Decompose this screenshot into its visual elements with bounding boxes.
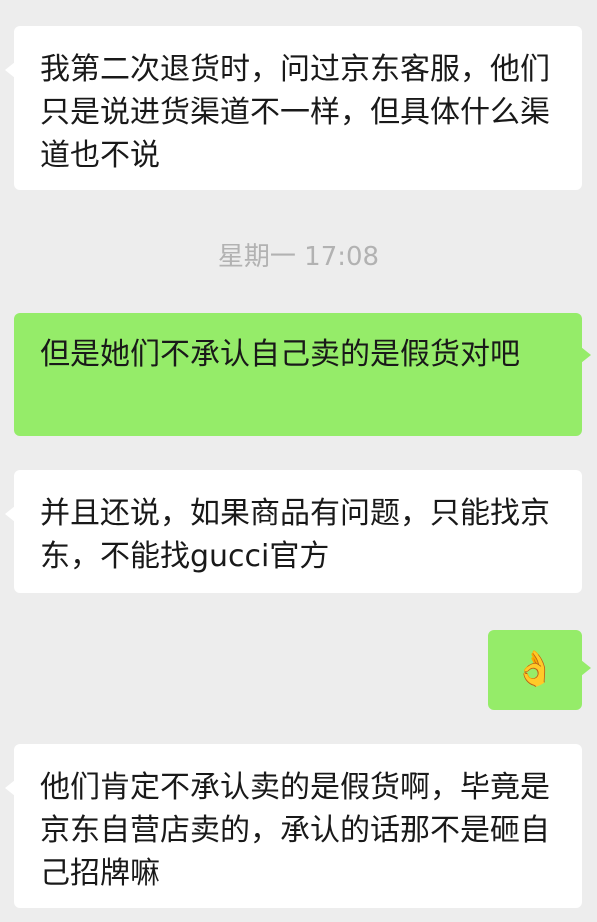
- message-text: 但是她们不承认自己卖的是假货对吧: [40, 337, 520, 372]
- message-text: 我第二次退货时，问过京东客服，他们只是说进货渠道不一样，但具体什么渠道也不说: [40, 52, 550, 173]
- message-bubble-received[interactable]: 他们肯定不承认卖的是假货啊，毕竟是京东自营店卖的，承认的话那不是砸自己招牌嘛: [5, 744, 582, 908]
- message-text: 并且还说，如果商品有问题，只能找京东，不能找gucci官方: [40, 496, 550, 574]
- message-bubble-received[interactable]: 并且还说，如果商品有问题，只能找京东，不能找gucci官方: [5, 470, 582, 593]
- message-timestamp: 星期一 17:08: [217, 242, 380, 272]
- message-bubble-sent[interactable]: 👌: [488, 630, 591, 710]
- bubble-tail: [5, 62, 15, 78]
- bubble-tail: [5, 780, 15, 796]
- ok-hand-emoji-icon: 👌: [513, 649, 557, 689]
- chat-window: 我第二次退货时，问过京东客服，他们只是说进货渠道不一样，但具体什么渠道也不说 星…: [0, 0, 597, 922]
- message-bubble-sent[interactable]: 但是她们不承认自己卖的是假货对吧: [14, 313, 591, 436]
- bubble-tail: [581, 347, 591, 363]
- bubble-tail: [5, 506, 15, 522]
- message-text: 他们肯定不承认卖的是假货啊，毕竟是京东自营店卖的，承认的话那不是砸自己招牌嘛: [40, 770, 550, 891]
- bubble-tail: [581, 660, 591, 676]
- message-bubble-received[interactable]: 我第二次退货时，问过京东客服，他们只是说进货渠道不一样，但具体什么渠道也不说: [5, 26, 582, 190]
